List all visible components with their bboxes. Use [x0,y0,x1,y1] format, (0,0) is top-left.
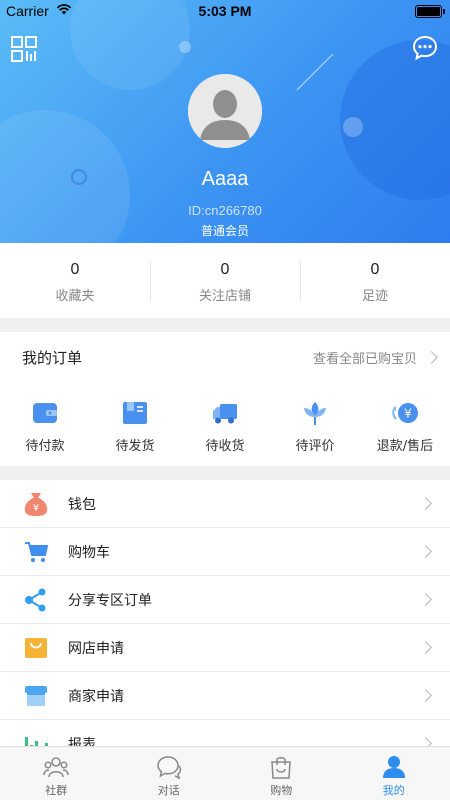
cart-icon [22,538,50,566]
order-status-label: 待收货 [205,439,245,454]
order-refund[interactable]: ¥ 退款/售后 [360,382,450,466]
stat-value: 0 [370,261,380,278]
order-status-row: 待付款 待发货 待收货 待评价 ¥ 退款/售后 [0,382,450,466]
store-icon [22,682,50,710]
stat-followed-shops[interactable]: 0 关注店铺 [150,243,300,318]
menu-list: ¥ 钱包 购物车 分享专区订单 网店申请 商家申请 报表 [0,480,450,768]
tab-chat[interactable]: 对话 [113,747,226,800]
view-all-orders-link[interactable]: 查看全部已购宝贝 [312,348,438,367]
menu-item-share-orders[interactable]: 分享专区订单 [0,576,450,624]
tab-bar: 社群 对话 购物 我的 [0,746,450,800]
money-bag-icon: ¥ [22,490,50,518]
orders-header: 我的订单 查看全部已购宝贝 [0,332,450,382]
orders-title: 我的订单 [22,348,83,367]
menu-item-merchant-application[interactable]: 商家申请 [0,672,450,720]
shop-bag-icon [22,634,50,662]
order-status-label: 待付款 [25,439,65,454]
community-icon [43,757,69,778]
username: Aaaa [201,168,249,190]
message-icon[interactable] [412,35,438,61]
order-pending-payment[interactable]: 待付款 [0,382,90,466]
avatar[interactable] [188,74,262,148]
chat-icon [156,756,181,780]
menu-item-shop-application[interactable]: 网店申请 [0,624,450,672]
svg-text:¥: ¥ [404,407,412,421]
share-icon [22,586,50,614]
profile-header: Carrier 5:03 PM Aaaa ID:cn266780 普通会员 [0,0,450,243]
flower-icon [304,402,326,425]
chevron-right-icon [419,689,432,702]
clock: 5:03 PM [198,3,252,19]
svg-text:¥: ¥ [33,503,39,514]
shopping-bag-icon [271,757,292,779]
order-pending-shipment[interactable]: 待发货 [90,382,180,466]
menu-item-wallet[interactable]: ¥ 钱包 [0,480,450,528]
order-status-label: 待评价 [295,439,335,454]
decor-line [296,53,334,91]
stat-value: 0 [220,261,230,278]
user-id: ID:cn266780 [188,203,262,218]
tab-me[interactable]: 我的 [338,747,450,800]
stat-favorites[interactable]: 0 收藏夹 [0,243,150,318]
tab-label: 社群 [45,784,68,797]
refund-icon: ¥ [392,403,418,423]
tab-community[interactable]: 社群 [0,747,113,800]
tab-label: 对话 [157,784,180,797]
member-level: 普通会员 [200,224,249,238]
tab-shopping[interactable]: 购物 [225,747,338,800]
chevron-right-icon [419,545,432,558]
order-pending-review[interactable]: 待评价 [270,382,360,466]
menu-item-label: 网店申请 [68,640,124,657]
chevron-right-icon [419,641,432,654]
qr-scan-icon[interactable] [10,35,38,63]
stat-footprints[interactable]: 0 足迹 [300,243,450,318]
default-avatar-icon [188,74,262,148]
menu-item-cart[interactable]: 购物车 [0,528,450,576]
order-status-label: 退款/售后 [376,439,434,454]
truck-icon [213,404,237,424]
battery-icon [415,5,445,18]
stat-label: 收藏夹 [55,289,95,304]
decor-dot [179,41,191,53]
chevron-right-icon [425,350,438,364]
chevron-right-icon [419,497,432,510]
menu-item-label: 分享专区订单 [68,592,152,609]
box-icon [123,402,147,424]
wallet-icon [33,403,57,423]
tab-label: 购物 [270,784,293,797]
chevron-right-icon [419,593,432,606]
stats-row: 0 收藏夹 0 关注店铺 0 足迹 [0,243,450,318]
order-status-label: 待发货 [115,439,155,454]
status-bar: Carrier 5:03 PM [0,0,450,24]
menu-item-label: 钱包 [68,496,96,513]
user-icon [382,756,405,778]
order-pending-receipt[interactable]: 待收货 [180,382,270,466]
orders-section: 我的订单 查看全部已购宝贝 待付款 待发货 待收货 待评价 ¥ 退款/售后 [0,332,450,466]
tab-label: 我的 [382,784,405,797]
menu-item-label: 购物车 [68,544,110,561]
view-all-orders-label: 查看全部已购宝贝 [312,351,417,367]
decor-dot [343,117,363,137]
stat-value: 0 [70,261,80,278]
stat-label: 关注店铺 [198,289,251,304]
stat-label: 足迹 [361,289,388,304]
menu-item-label: 商家申请 [68,688,124,705]
